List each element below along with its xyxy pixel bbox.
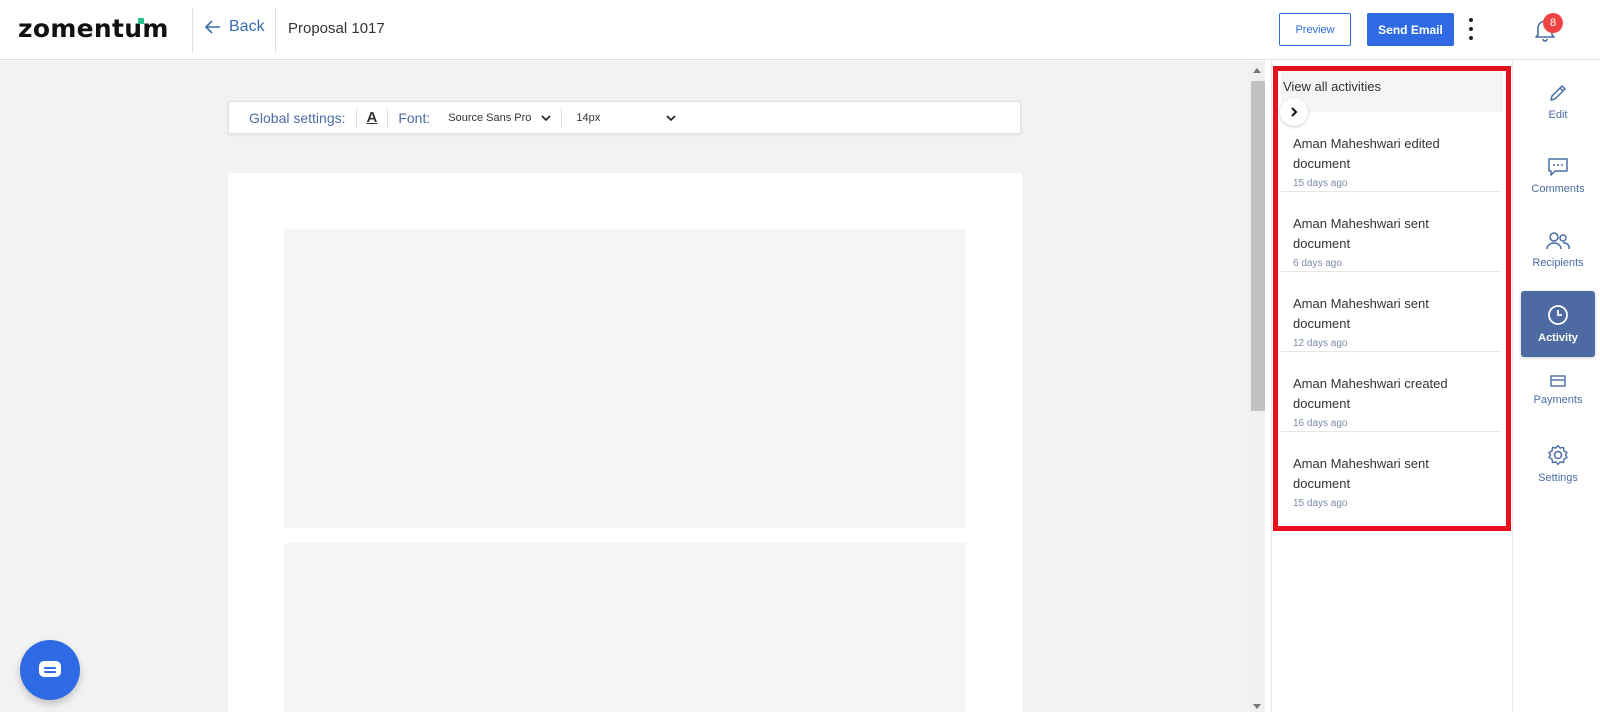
arrow-left-icon [205, 20, 220, 34]
users-icon [1546, 232, 1570, 250]
content-block[interactable] [284, 229, 966, 528]
notification-badge: 8 [1543, 13, 1563, 33]
back-label: Back [229, 18, 265, 35]
global-settings-label: Global settings: [249, 109, 346, 126]
chat-button[interactable] [20, 640, 80, 700]
scroll-down-arrow[interactable] [1253, 704, 1261, 709]
sidebar-item-activity[interactable]: Activity [1521, 291, 1595, 357]
font-family-value: Source Sans Pro [448, 111, 532, 124]
chevron-down-icon [541, 114, 551, 121]
activity-highlight-box [1273, 66, 1511, 531]
gear-icon [1548, 444, 1568, 466]
text-color-icon[interactable]: A [367, 109, 378, 126]
document-page[interactable] [228, 173, 1022, 712]
editor-scrollbar[interactable] [1249, 61, 1265, 712]
sidebar-item-label: Activity [1538, 332, 1578, 344]
font-size-select[interactable]: 14px [576, 112, 676, 124]
sidebar-item-edit[interactable]: Edit [1521, 69, 1595, 135]
pencil-icon [1550, 85, 1566, 101]
sidebar-item-label: Settings [1538, 472, 1578, 484]
sidebar-item-comments[interactable]: Comments [1521, 143, 1595, 209]
right-sidebar: Edit Comments Recipients Activity Paymen… [1512, 61, 1600, 712]
toolbar-separator [561, 108, 563, 127]
sidebar-item-label: Comments [1531, 183, 1585, 195]
clock-icon [1548, 305, 1568, 325]
preview-button[interactable]: Preview [1279, 13, 1351, 46]
top-header: zomentum Back Proposal 1017 Preview Send… [0, 0, 1600, 60]
toolbar-separator [387, 108, 389, 127]
sidebar-item-label: Edit [1548, 109, 1568, 121]
more-options-icon[interactable] [1466, 18, 1476, 40]
sidebar-item-settings[interactable]: Settings [1521, 431, 1595, 497]
send-email-button[interactable]: Send Email [1367, 13, 1454, 46]
logo-text: zomentum [18, 14, 169, 43]
sidebar-item-payments[interactable]: Payments [1521, 357, 1595, 423]
document-editor: Global settings: A Font: Source Sans Pro… [0, 61, 1265, 712]
scroll-thumb[interactable] [1251, 81, 1265, 411]
sidebar-item-label: Payments [1533, 394, 1583, 406]
header-divider [275, 8, 276, 52]
global-settings-toolbar: Global settings: A Font: Source Sans Pro… [228, 101, 1021, 134]
logo-mark [138, 18, 144, 24]
header-divider [192, 8, 193, 52]
content-block[interactable] [284, 543, 966, 712]
card-icon [1550, 375, 1566, 387]
comment-icon [1548, 158, 1568, 176]
font-size-value: 14px [576, 111, 601, 124]
chevron-down-icon [666, 114, 676, 121]
sidebar-item-label: Recipients [1532, 257, 1584, 269]
scroll-up-arrow[interactable] [1253, 68, 1261, 73]
back-button[interactable]: Back [205, 18, 265, 36]
toolbar-separator [355, 108, 357, 127]
chat-icon [39, 661, 61, 677]
font-label: Font: [398, 109, 431, 126]
document-title: Proposal 1017 [288, 20, 385, 37]
zomentum-logo[interactable]: zomentum [18, 14, 169, 43]
sidebar-item-recipients[interactable]: Recipients [1521, 217, 1595, 283]
font-family-select[interactable]: Source Sans Pro [448, 112, 551, 124]
